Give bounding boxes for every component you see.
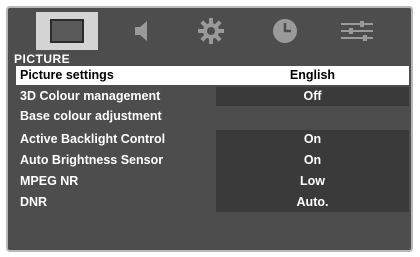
menu-item-picture-settings[interactable]: Picture settings English	[16, 66, 409, 85]
menu-item-dnr[interactable]: DNR Auto.	[16, 193, 409, 212]
menu-title: PICTURE	[14, 52, 71, 66]
tab-picture[interactable]	[36, 12, 98, 50]
menu-item-label: Picture settings	[20, 68, 114, 82]
menu-item-base-colour-adjustment[interactable]: Base colour adjustment	[16, 107, 409, 126]
menu-item-value: Auto.	[296, 195, 329, 209]
menu-item-mpeg-nr[interactable]: MPEG NR Low	[16, 172, 409, 191]
menu-item-auto-brightness-sensor[interactable]: Auto Brightness Sensor On	[16, 151, 409, 170]
menu-item-value: Low	[300, 174, 325, 188]
menu-item-label: MPEG NR	[20, 174, 79, 188]
picture-menu-window: PICTURE Picture settings English 3D Colo…	[6, 6, 413, 252]
menu-item-label: Active Backlight Control	[20, 132, 166, 146]
tab-sound[interactable]	[112, 12, 174, 50]
menu-item-value: On	[303, 153, 322, 167]
tab-adjustments[interactable]	[326, 12, 388, 50]
menu-item-label: Base colour adjustment	[20, 109, 162, 123]
sliders-icon	[341, 21, 373, 41]
tab-settings[interactable]	[180, 12, 242, 50]
menu-item-value: English	[289, 68, 336, 82]
menu-item-label: Auto Brightness Sensor	[20, 153, 164, 167]
menu-item-value: On	[303, 132, 322, 146]
menu-item-3d-colour-management[interactable]: 3D Colour management Off	[16, 87, 409, 106]
menu-item-value: Off	[303, 89, 322, 103]
menu-item-value	[216, 107, 409, 126]
tab-clock[interactable]	[254, 12, 316, 50]
menu-item-label: DNR	[20, 195, 48, 209]
menu-item-label: 3D Colour management	[20, 89, 161, 103]
gear-icon	[198, 18, 224, 44]
monitor-icon	[50, 19, 84, 43]
speaker-icon	[135, 21, 147, 41]
menu-icon-bar	[8, 8, 411, 52]
clock-icon	[273, 19, 297, 43]
menu-item-active-backlight-control[interactable]: Active Backlight Control On	[16, 130, 409, 149]
